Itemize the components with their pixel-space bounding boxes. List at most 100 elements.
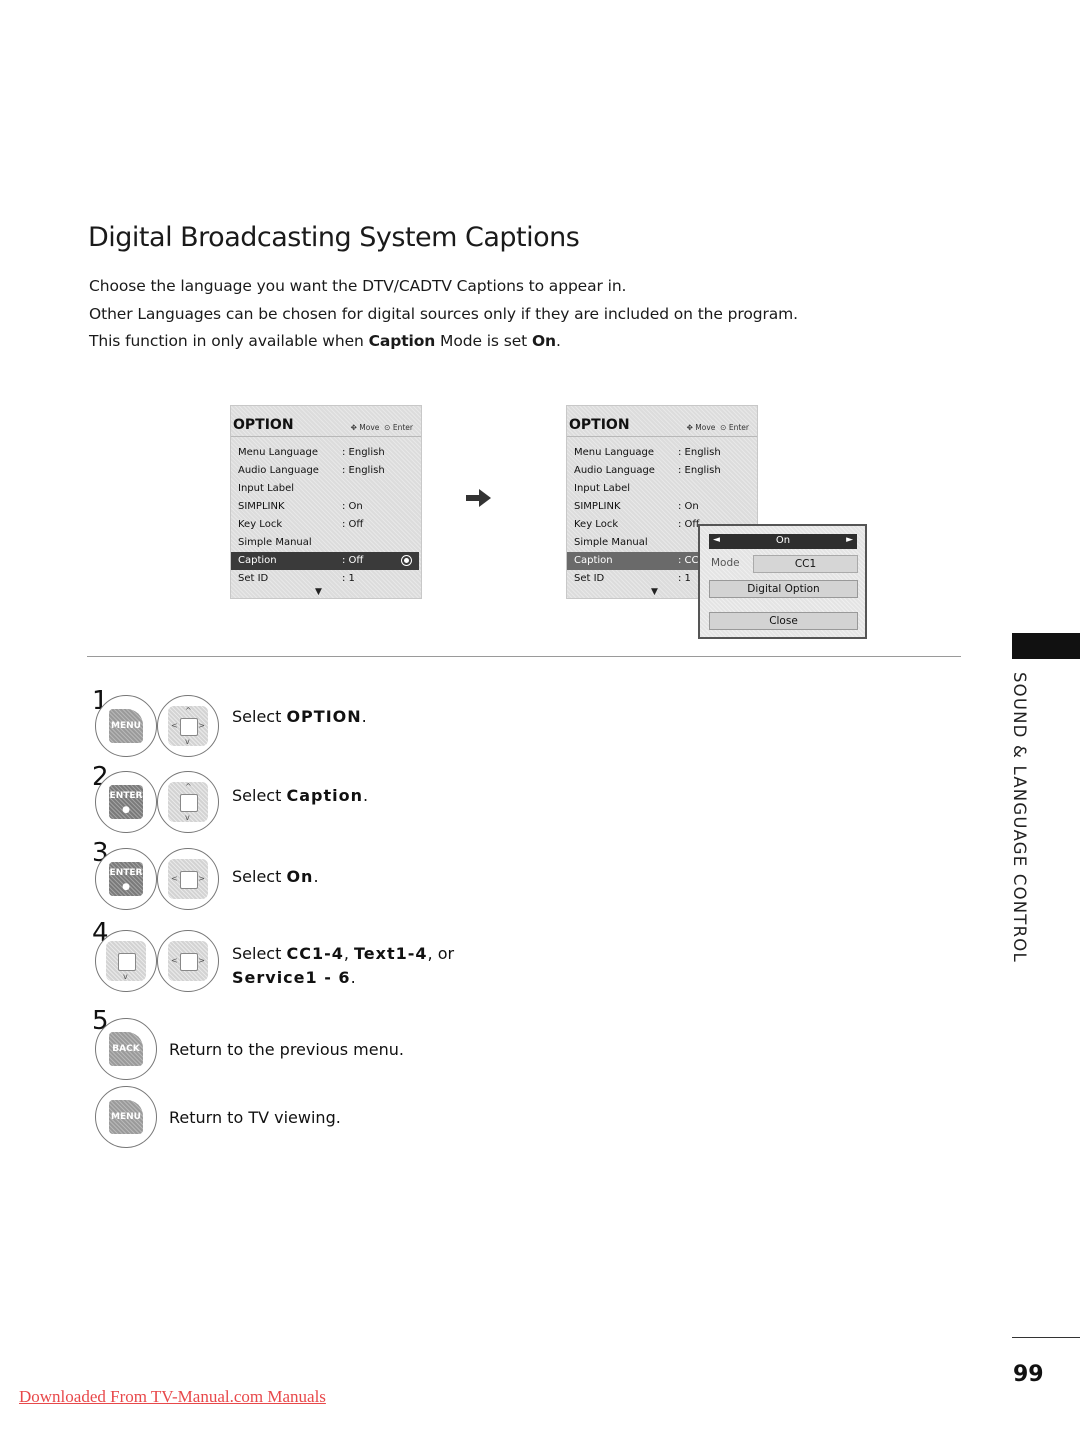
caption-popup: ◄ On ► Mode CC1 Digital Option Close xyxy=(698,524,867,639)
menu-row-input-label[interactable]: Input Label xyxy=(567,480,755,498)
menu-row-set-id[interactable]: Set ID : 1 xyxy=(231,570,419,588)
step-bold: CC1-4 xyxy=(286,944,344,963)
hint-enter: Enter xyxy=(392,423,413,432)
row-value: : Off xyxy=(678,519,700,530)
dpad-left-right-icon: < > xyxy=(168,859,208,899)
intro-text: Mode is set xyxy=(435,332,532,350)
row-label: Audio Language xyxy=(574,465,655,476)
row-value: : CC xyxy=(678,555,699,566)
osd-header: OPTION ✥ Move ⊙ Enter xyxy=(567,406,757,437)
arrow-right-icon[interactable]: ► xyxy=(846,535,853,545)
dpad-key: < > xyxy=(157,848,219,910)
hint-enter: Enter xyxy=(728,423,749,432)
menu-row-audio-language[interactable]: Audio Language: English xyxy=(567,462,755,480)
row-label: Simple Manual xyxy=(238,537,312,548)
back-label: BACK xyxy=(112,1044,140,1054)
menu-row-key-lock[interactable]: Key Lock : Off xyxy=(231,516,419,534)
menu-row-input-label[interactable]: Input Label xyxy=(231,480,419,498)
step-1-text: Select OPTION. xyxy=(232,707,367,726)
row-value: : Off xyxy=(342,555,364,566)
row-value: : Off xyxy=(342,519,364,530)
divider xyxy=(87,656,961,657)
dpad-left-right-icon: < > xyxy=(168,941,208,981)
osd-title: OPTION xyxy=(569,417,630,433)
step-bold: Caption xyxy=(286,786,363,805)
row-label: Set ID xyxy=(238,573,269,584)
dpad-key: ^ v xyxy=(157,771,219,833)
section-label: SOUND & LANGUAGE CONTROL xyxy=(1010,672,1040,992)
step-5-text: Return to the previous menu. xyxy=(169,1040,404,1059)
step-bold: Text1-4 xyxy=(354,944,428,963)
row-label: Input Label xyxy=(238,483,295,494)
row-value: : English xyxy=(678,447,721,458)
menu-key: MENU xyxy=(95,1086,157,1148)
menu-row-simplink[interactable]: SIMPLINK: On xyxy=(567,498,755,516)
hint-move: Move xyxy=(695,423,716,432)
step-2-text: Select Caption. xyxy=(232,786,368,805)
row-value: : English xyxy=(342,465,385,476)
dpad-up-down-icon: ^ v xyxy=(168,782,208,822)
step-text: Select xyxy=(232,707,287,726)
menu-row-simple-manual[interactable]: Simple Manual xyxy=(231,534,419,552)
row-label: Menu Language xyxy=(238,447,318,458)
scroll-down-icon[interactable]: ▼ xyxy=(651,587,658,597)
scroll-down-icon[interactable]: ▼ xyxy=(315,587,322,597)
dpad-icon: ^ < > v xyxy=(168,706,208,746)
menu-row-audio-language[interactable]: Audio Language: English xyxy=(231,462,419,480)
row-label: Menu Language xyxy=(574,447,654,458)
step-text: , xyxy=(343,944,355,963)
step-text: . xyxy=(361,707,367,726)
osd-hint: ✥ Move ⊙ Enter xyxy=(351,423,413,432)
enter-key-icon: ENTER ● xyxy=(109,785,143,819)
section-tab xyxy=(1012,633,1080,659)
step-text: . xyxy=(313,867,319,886)
hint-move: Move xyxy=(359,423,380,432)
row-value: : On xyxy=(342,501,363,512)
page-rule xyxy=(1012,1337,1080,1338)
step-text: Select xyxy=(232,786,287,805)
enter-radio-icon xyxy=(401,555,412,566)
step-3-text: Select On. xyxy=(232,867,319,886)
intro-bold-on: On xyxy=(531,332,556,350)
section-text: SOUND & LANGUAGE CONTROL xyxy=(1010,672,1029,963)
row-label: Set ID xyxy=(574,573,605,584)
row-label: Key Lock xyxy=(574,519,619,530)
move-icon: ✥ xyxy=(350,423,357,432)
menu-row-simplink[interactable]: SIMPLINK: On xyxy=(231,498,419,516)
back-key: BACK xyxy=(95,1018,157,1080)
page-title: Digital Broadcasting System Captions xyxy=(88,222,580,253)
mode-value-field[interactable]: CC1 xyxy=(753,555,858,573)
row-label: Key Lock xyxy=(238,519,283,530)
menu-key-icon: MENU xyxy=(109,1100,143,1134)
menu-key-icon: MENU xyxy=(109,709,143,743)
step-text: Select xyxy=(232,944,287,963)
enter-key: ENTER ● xyxy=(95,771,157,833)
row-value: : English xyxy=(342,447,385,458)
caption-state-value: On xyxy=(775,535,791,546)
intro-text: . xyxy=(555,332,561,350)
osd-header: OPTION ✥ Move ⊙ Enter xyxy=(231,406,421,437)
menu-key: MENU xyxy=(95,695,157,757)
row-value: : On xyxy=(678,501,699,512)
intro-text: This function in only available when xyxy=(89,332,369,350)
step-4-text: Select CC1-4, Text1-4, or Service1 - 6. xyxy=(232,942,454,990)
row-label: Input Label xyxy=(574,483,631,494)
intro-line-1: Choose the language you want the DTV/CAD… xyxy=(89,277,627,295)
row-value: : 1 xyxy=(342,573,355,584)
digital-option-button[interactable]: Digital Option xyxy=(709,580,858,598)
close-button[interactable]: Close xyxy=(709,612,858,630)
menu-row-menu-language[interactable]: Menu Language : English xyxy=(567,444,755,462)
dpad-key: < > xyxy=(157,930,219,992)
page-number: 99 xyxy=(1013,1362,1044,1387)
step-text: , or xyxy=(427,944,455,963)
dpad-down-icon: v xyxy=(106,941,146,981)
dpad-key: v xyxy=(95,930,157,992)
step-bold: On xyxy=(286,867,314,886)
enter-key-icon: ENTER ● xyxy=(109,862,143,896)
menu-row-caption[interactable]: Caption: Off xyxy=(231,552,419,570)
enter-key: ENTER ● xyxy=(95,848,157,910)
caption-state-selector[interactable]: ◄ On ► xyxy=(709,534,857,549)
menu-row-menu-language[interactable]: Menu Language : English xyxy=(231,444,419,462)
move-icon: ✥ xyxy=(686,423,693,432)
download-source-link[interactable]: Downloaded From TV-Manual.com Manuals xyxy=(19,1387,326,1407)
